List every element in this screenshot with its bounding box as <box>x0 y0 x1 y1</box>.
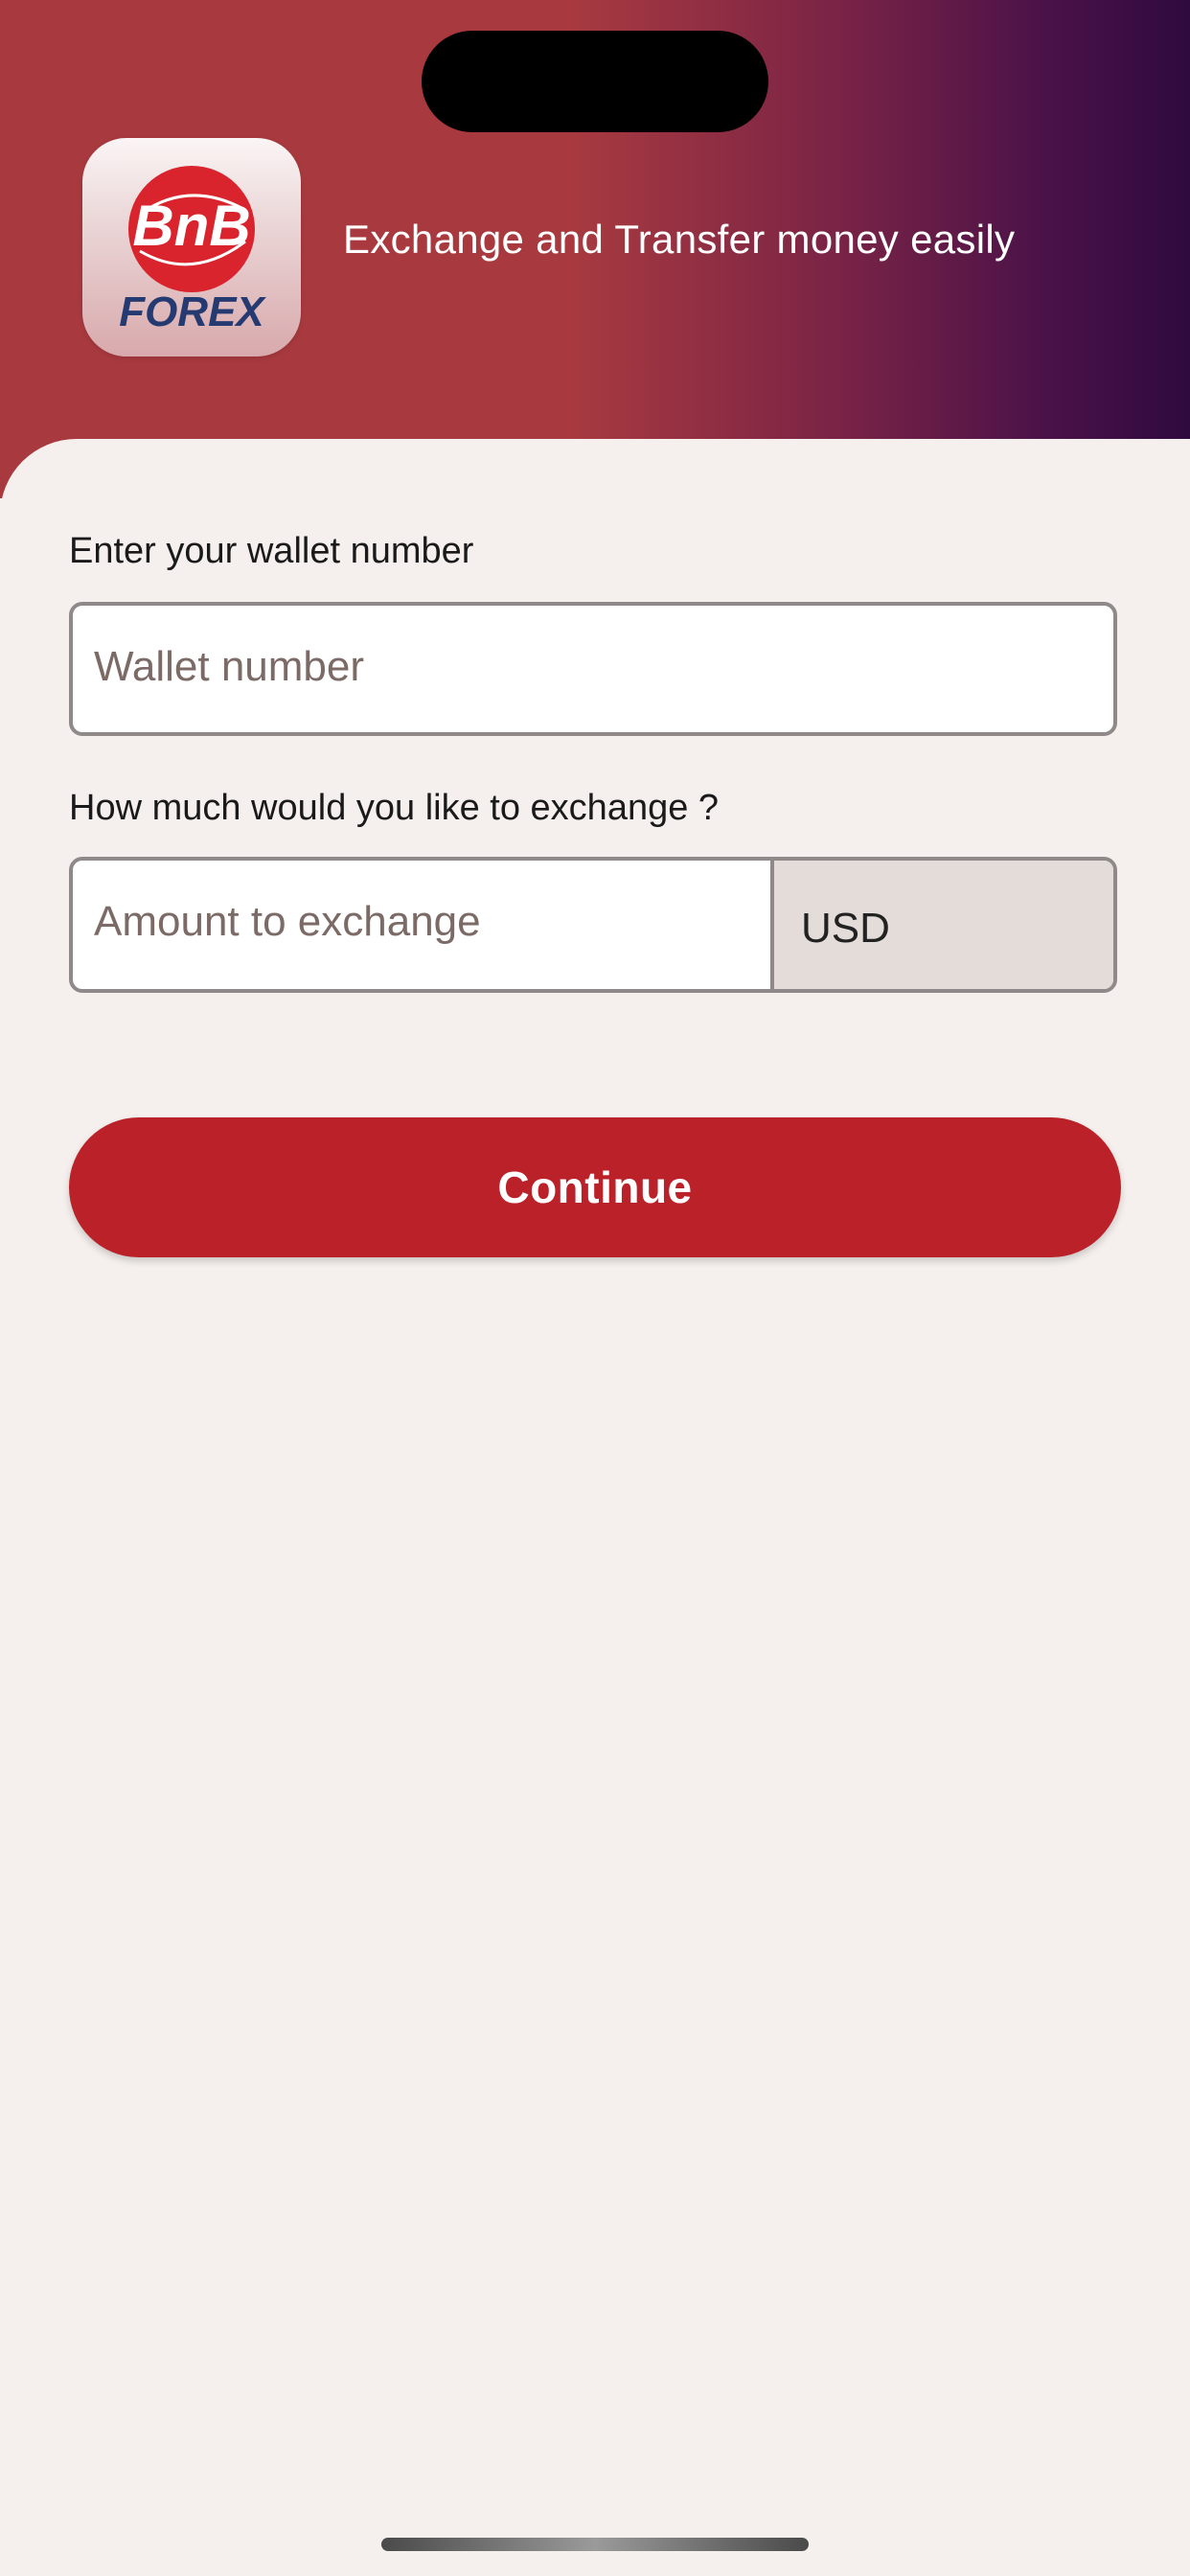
home-indicator[interactable] <box>381 2538 809 2551</box>
wallet-number-input[interactable] <box>94 606 1090 728</box>
logo-text-top: BnB <box>132 194 250 258</box>
bnb-forex-logo-icon: BnB FOREX <box>119 166 266 335</box>
logo-text-bottom: FOREX <box>119 288 266 335</box>
dynamic-island <box>422 31 768 132</box>
currency-selector[interactable]: USD <box>770 861 1113 989</box>
amount-input[interactable] <box>94 861 755 983</box>
header-banner: BnB FOREX Exchange and Transfer money ea… <box>0 0 1190 498</box>
wallet-input-box <box>69 602 1117 736</box>
tagline: Exchange and Transfer money easily <box>343 217 1016 262</box>
form-card <box>0 439 1190 2576</box>
amount-input-group: USD <box>69 857 1117 993</box>
app-logo: BnB FOREX <box>82 138 301 356</box>
currency-label: USD <box>801 905 890 952</box>
amount-label: How much would you like to exchange ? <box>69 788 720 828</box>
continue-button[interactable]: Continue <box>69 1117 1121 1257</box>
wallet-label: Enter your wallet number <box>69 531 474 571</box>
